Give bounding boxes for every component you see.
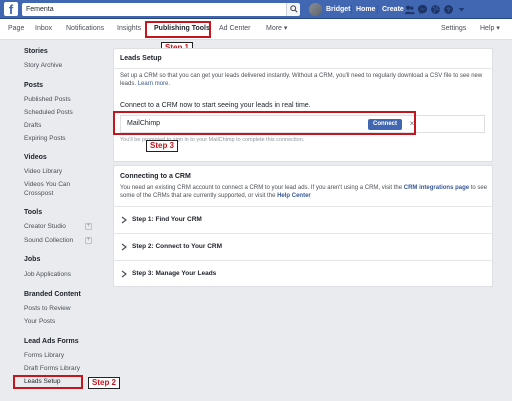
crm-integrations-link[interactable]: CRM integrations page (404, 185, 469, 191)
sidebar-item-forms-library[interactable]: Forms Library (24, 352, 64, 359)
chevron-right-icon (121, 270, 127, 278)
tab-insights[interactable]: Insights (117, 19, 141, 39)
sidebar-section-jobs: Jobs (24, 256, 41, 263)
external-link-icon[interactable]: + (85, 237, 92, 244)
external-link-icon[interactable]: + (85, 223, 92, 230)
tab-inbox[interactable]: Inbox (35, 19, 52, 39)
step-label: Step 3: Manage Your Leads (132, 270, 217, 277)
leads-setup-description: Set up a CRM so that you can get your le… (120, 72, 488, 88)
sidebar-item-video-library[interactable]: Video Library (24, 168, 62, 175)
facebook-logo-icon[interactable]: f (4, 2, 18, 16)
messenger-icon[interactable] (417, 4, 428, 15)
tab-more[interactable]: More ▾ (266, 19, 287, 39)
search-input[interactable]: Fementa (22, 3, 298, 16)
friend-requests-icon[interactable] (404, 4, 415, 15)
divider (377, 5, 378, 14)
account-menu-caret-icon[interactable] (456, 4, 467, 15)
help-icon[interactable]: ? (443, 4, 454, 15)
step-label: Step 1: Find Your CRM (132, 216, 202, 223)
step1-highlight-box (145, 21, 211, 38)
create-link[interactable]: Create (382, 0, 404, 19)
help-center-link[interactable]: Help Center (277, 193, 311, 199)
leads-setup-description-text: Set up a CRM so that you can get your le… (120, 73, 483, 87)
accordion-step-connect-crm[interactable]: Step 2: Connect to Your CRM (114, 234, 492, 260)
sidebar-section-stories: Stories (24, 48, 48, 55)
leads-setup-title: Leads Setup (120, 55, 162, 62)
settings-link[interactable]: Settings (441, 19, 466, 39)
tab-page[interactable]: Page (8, 19, 24, 39)
tab-notifications[interactable]: Notifications (66, 19, 104, 39)
sidebar: Stories Story Archive Posts Published Po… (0, 40, 105, 401)
connecting-crm-card: Connecting to a CRM You need an existing… (113, 165, 493, 287)
sidebar-item-crosspost-videos-line2[interactable]: Crosspost (24, 190, 53, 197)
step2-label: Step 2 (88, 377, 121, 389)
step2-highlight-box (13, 375, 83, 389)
connecting-crm-description: You need an existing CRM account to conn… (120, 184, 488, 200)
divider (114, 68, 492, 69)
chevron-right-icon (121, 216, 127, 224)
learn-more-link[interactable]: Learn more. (138, 81, 170, 87)
sidebar-item-posts-to-review[interactable]: Posts to Review (24, 305, 71, 312)
search-icon (290, 5, 298, 13)
tab-ad-center[interactable]: Ad Center (219, 19, 251, 39)
sidebar-item-job-applications[interactable]: Job Applications (24, 271, 71, 278)
sidebar-item-sound-collection[interactable]: Sound Collection (24, 237, 73, 244)
connect-prompt: Connect to a CRM now to start seeing you… (120, 102, 311, 109)
sidebar-section-posts: Posts (24, 82, 44, 89)
connecting-description-text: to see (470, 185, 488, 191)
sidebar-item-scheduled-posts[interactable]: Scheduled Posts (24, 109, 73, 116)
chevron-right-icon (121, 243, 127, 251)
home-link[interactable]: Home (356, 0, 375, 19)
sidebar-item-expiring-posts[interactable]: Expiring Posts (24, 135, 66, 142)
step3-highlight-box (113, 111, 416, 135)
sidebar-item-published-posts[interactable]: Published Posts (24, 96, 71, 103)
sidebar-section-branded-content: Branded Content (24, 291, 81, 298)
profile-link[interactable]: Bridget (326, 0, 351, 19)
step3-label: Step 3 (146, 140, 179, 152)
sidebar-item-drafts[interactable]: Drafts (24, 122, 41, 129)
sidebar-section-videos: Videos (24, 154, 47, 161)
sidebar-item-draft-forms-library[interactable]: Draft Forms Library (24, 365, 80, 372)
notifications-globe-icon[interactable] (430, 4, 441, 15)
sidebar-section-lead-ads-forms: Lead Ads Forms (24, 338, 79, 345)
sidebar-item-crosspost-videos[interactable]: Videos You Can (24, 181, 70, 188)
help-menu[interactable]: Help ▾ (480, 19, 500, 39)
sidebar-item-story-archive[interactable]: Story Archive (24, 62, 62, 69)
sidebar-section-tools: Tools (24, 209, 43, 216)
step-label: Step 2: Connect to Your CRM (132, 243, 223, 250)
sidebar-item-creator-studio[interactable]: Creator Studio (24, 223, 66, 230)
page-navigation: Page Inbox Notifications Insights Publis… (0, 19, 512, 40)
connecting-crm-title: Connecting to a CRM (120, 173, 191, 180)
divider (351, 5, 352, 14)
avatar[interactable] (309, 3, 322, 16)
connecting-description-text: You need an existing CRM account to conn… (120, 185, 403, 191)
accordion-step-find-crm[interactable]: Step 1: Find Your CRM (114, 207, 492, 233)
connecting-description-text: some of the CRMs that are currently supp… (120, 193, 276, 199)
accordion-step-manage-leads[interactable]: Step 3: Manage Your Leads (114, 261, 492, 287)
svg-text:?: ? (447, 7, 451, 14)
top-navigation-bar: f Fementa Bridget Home Create ? (0, 0, 512, 19)
search-button[interactable] (286, 3, 300, 16)
sidebar-item-your-posts[interactable]: Your Posts (24, 318, 55, 325)
